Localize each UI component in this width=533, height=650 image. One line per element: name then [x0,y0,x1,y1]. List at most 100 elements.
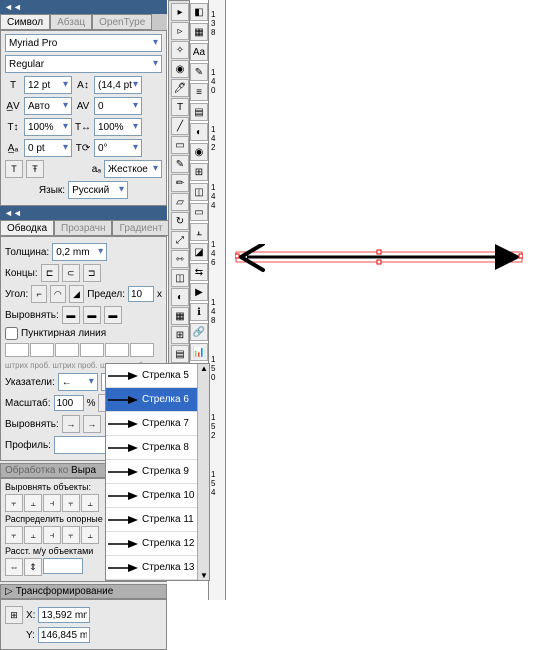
canvas[interactable] [226,0,533,600]
arrow-option-5[interactable]: Стрелка 5 [106,364,209,388]
rotate-tool[interactable]: ↻ [171,212,189,230]
brush-tool[interactable]: ✎ [171,155,189,173]
tab-gradient[interactable]: Градиент [112,220,169,236]
x-input[interactable] [38,607,90,623]
hscale-dropdown[interactable]: 100% [94,118,142,136]
dist-2-button[interactable]: ⫠ [24,526,42,544]
dist-4-button[interactable]: ⫟ [62,526,80,544]
scale-input[interactable] [54,395,84,411]
kerning-dropdown[interactable]: Авто [24,97,72,115]
dock-actions-icon[interactable]: ▶ [190,283,208,301]
tab-stroke[interactable]: Обводка [0,220,54,236]
free-transform-tool[interactable]: ◫ [171,269,189,287]
dock-graphic-styles-icon[interactable]: ⊞ [190,163,208,181]
arrow-option-11[interactable]: Стрелка 11 [106,508,209,532]
dist-h-button[interactable]: ⇔ [5,558,23,576]
align-top-button[interactable]: ⫟ [62,494,80,512]
join-miter-button[interactable]: ⌐ [31,285,47,303]
tt-strike-button[interactable]: Ŧ [26,160,44,178]
dock-swatches-icon[interactable]: ▦ [190,23,208,41]
arrowhead-dropdown-list[interactable]: Стрелка 5Стрелка 6Стрелка 7Стрелка 8Стре… [105,363,210,581]
align-arrow-1-button[interactable]: → [62,415,80,433]
tracking-dropdown[interactable]: 0 [94,97,142,115]
tab-align[interactable]: Выра [71,465,96,476]
align-hcenter-button[interactable]: ⫠ [24,494,42,512]
arrow-option-9[interactable]: Стрелка 9 [106,460,209,484]
gradient-tool[interactable]: ▤ [171,345,189,363]
dock-align-icon[interactable]: ⫠ [190,223,208,241]
dock-graph-icon[interactable]: 📊 [190,343,208,361]
y-input[interactable] [38,627,90,643]
dock-artboards-icon[interactable]: ▭ [190,203,208,221]
panel-drag-header[interactable]: ◄◄ [0,0,167,14]
width-tool[interactable]: ⇿ [171,250,189,268]
aa-dropdown[interactable]: Жесткое [104,160,162,178]
tab-symbol[interactable]: Символ [0,14,50,30]
pencil-tool[interactable]: ✏ [171,174,189,192]
lasso-tool[interactable]: ◉ [171,60,189,78]
align-right-button[interactable]: ⫞ [43,494,61,512]
perspective-tool[interactable]: ▦ [171,307,189,325]
font-style-dropdown[interactable]: Regular [5,55,162,73]
join-round-button[interactable]: ◠ [50,285,66,303]
language-dropdown[interactable]: Русский [68,181,128,199]
cap-round-button[interactable]: ⊂ [62,264,80,282]
type-tool[interactable]: T [171,98,189,116]
dock-links-icon[interactable]: 🔗 [190,323,208,341]
tab-process[interactable]: Обработка ко [5,465,68,476]
rect-tool[interactable]: ▭ [171,136,189,154]
cap-butt-button[interactable]: ⊏ [41,264,59,282]
tt-caps-button[interactable]: T [5,160,23,178]
dist-1-button[interactable]: ⫟ [5,526,23,544]
dock-pathfinder-icon[interactable]: ◪ [190,243,208,261]
scale-tool[interactable]: ⤢ [171,231,189,249]
panel-drag-header2[interactable]: ◄◄ [0,206,167,220]
line-tool[interactable]: ╱ [171,117,189,135]
transform-header[interactable]: ▷Трансформирование [0,584,167,599]
align-center-button[interactable]: ▬ [62,306,80,324]
tab-paragraph[interactable]: Абзац [50,14,92,30]
baseline-dropdown[interactable]: 0 pt [24,139,72,157]
dock-layers-icon[interactable]: ◫ [190,183,208,201]
selection-tool[interactable]: ▸ [171,3,189,21]
pointer-start-dropdown[interactable]: ← [58,373,98,391]
dock-info-icon[interactable]: ℹ [190,303,208,321]
dock-brushes-icon[interactable]: Aa [190,43,208,61]
dock-trans-icon[interactable]: ◐ [190,123,208,141]
dist-3-button[interactable]: ⫞ [43,526,61,544]
selected-arrow-object[interactable] [235,244,523,274]
tab-transparency[interactable]: Прозрачн [54,220,112,236]
arrow-option-7[interactable]: Стрелка 7 [106,412,209,436]
font-size-dropdown[interactable]: 12 pt [24,76,72,94]
arrow-option-12[interactable]: Стрелка 12 [106,532,209,556]
leading-dropdown[interactable]: (14,4 pt [94,76,142,94]
dock-transform-icon[interactable]: ⇆ [190,263,208,281]
dock-appearance-icon[interactable]: ◉ [190,143,208,161]
arrow-option-13[interactable]: Стрелка 13 [106,556,209,580]
direct-select-tool[interactable]: ▹ [171,22,189,40]
align-arrow-2-button[interactable]: → [83,415,101,433]
dock-color-icon[interactable]: ◧ [190,3,208,21]
arrow-option-8[interactable]: Стрелка 8 [106,436,209,460]
dist-v-button[interactable]: ⇕ [24,558,42,576]
font-family-dropdown[interactable]: Myriad Pro [5,34,162,52]
align-inside-button[interactable]: ▬ [83,306,101,324]
align-left-button[interactable]: ⫟ [5,494,23,512]
join-bevel-button[interactable]: ◢ [69,285,85,303]
arrow-option-10[interactable]: Стрелка 10 [106,484,209,508]
dock-gradient-icon[interactable]: ▤ [190,103,208,121]
weight-dropdown[interactable]: 0,2 mm [52,243,107,261]
ref-point-icon[interactable]: ⊞ [5,606,23,624]
arrow-option-6[interactable]: Стрелка 6 [106,388,209,412]
vscale-dropdown[interactable]: 100% [24,118,72,136]
tab-opentype[interactable]: OpenType [92,14,152,30]
eraser-tool[interactable]: ▱ [171,193,189,211]
pen-tool[interactable]: 🖊 [171,79,189,97]
shape-builder-tool[interactable]: ◐ [171,288,189,306]
rotation-dropdown[interactable]: 0° [94,139,142,157]
limit-input[interactable] [128,286,154,302]
dashed-checkbox[interactable] [5,327,18,340]
magic-wand-tool[interactable]: ✧ [171,41,189,59]
cap-project-button[interactable]: ⊐ [83,264,101,282]
mesh-tool[interactable]: ⊞ [171,326,189,344]
